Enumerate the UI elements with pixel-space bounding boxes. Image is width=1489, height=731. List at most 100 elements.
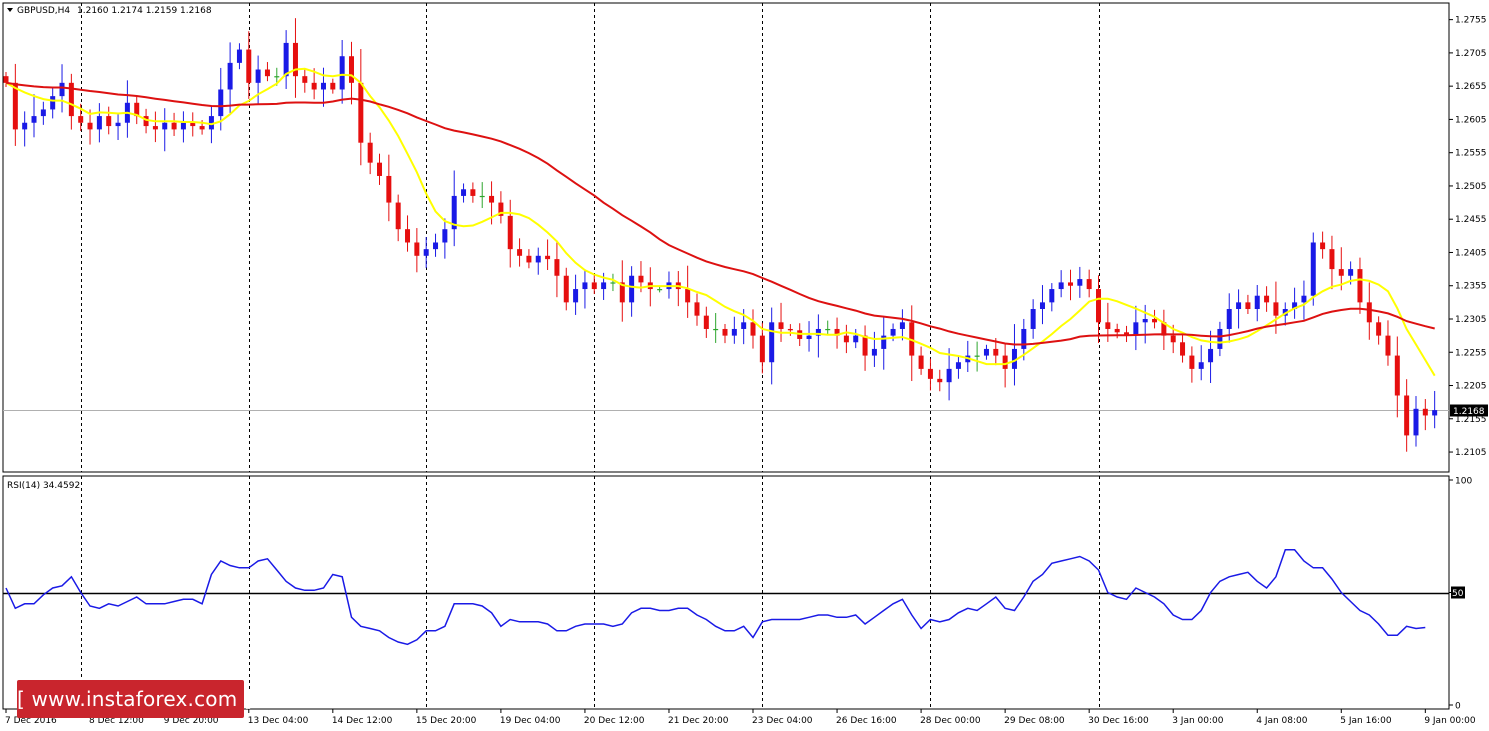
candle-body	[890, 328, 896, 336]
candle-body	[778, 322, 784, 329]
candle-body	[1320, 242, 1326, 250]
candle-body	[171, 122, 177, 130]
candle-body	[1329, 249, 1335, 270]
candle-body	[806, 335, 812, 339]
price-tick-label: 1.2505	[1455, 182, 1487, 192]
candle-body	[115, 122, 121, 127]
price-tick-label: 1.2655	[1455, 82, 1487, 92]
candle-body	[1376, 322, 1382, 336]
candle-body	[1404, 395, 1410, 436]
candle-body	[405, 229, 411, 243]
candle-body	[657, 289, 663, 291]
candle-body	[96, 116, 102, 130]
candle-body	[1226, 309, 1232, 329]
candle-body	[582, 282, 588, 290]
candle-body	[1394, 355, 1400, 396]
candle-body	[1348, 269, 1354, 276]
candle-body	[507, 215, 513, 250]
candle-body	[1189, 355, 1195, 369]
candle-body	[1273, 302, 1279, 316]
candle-body	[1357, 269, 1363, 303]
candle-body	[1254, 295, 1260, 310]
time-tick-label: 26 Dec 16:00	[836, 716, 897, 726]
candle-body	[722, 328, 728, 336]
candle-body	[1086, 279, 1092, 290]
price-tick-label: 1.2455	[1455, 215, 1487, 225]
price-axis: 1.2755 1.2705 1.2655 1.2605 1.2555 1.2505 1.24…	[1449, 16, 1488, 458]
rsi-panel	[2, 475, 1450, 710]
time-tick-label: 19 Dec 04:00	[500, 716, 561, 726]
candle-body	[1301, 295, 1307, 303]
candle-body	[1208, 348, 1214, 363]
mt4-chart[interactable]: 1.2755 1.2705 1.2655 1.2605 1.2555 1.2505 1.24…	[0, 0, 1489, 731]
candle-body	[218, 89, 224, 117]
price-tick-label: 1.2705	[1455, 49, 1487, 59]
symbol-label: GBPUSD,H4	[17, 6, 70, 16]
rsi-level-tag-label: 50	[1452, 589, 1464, 599]
candle-body	[1264, 295, 1270, 303]
candle-body	[610, 282, 616, 284]
candle-body	[1030, 309, 1036, 329]
candle-body	[638, 275, 644, 283]
rsi-tick-label: 0	[1455, 702, 1461, 712]
candle-body	[283, 42, 289, 77]
candle-body	[199, 126, 205, 130]
candle-body	[787, 328, 793, 331]
candle-body	[1049, 289, 1055, 303]
candle-body	[1096, 289, 1102, 323]
time-tick-label: 21 Dec 20:00	[668, 716, 729, 726]
candle-body	[377, 162, 383, 176]
candle-body	[339, 56, 345, 90]
time-tick-label: 9 Jan 00:00	[1424, 716, 1476, 726]
time-tick-label: 30 Dec 16:00	[1088, 716, 1149, 726]
time-tick-label: 14 Dec 12:00	[332, 716, 393, 726]
candle-body	[367, 142, 373, 163]
time-tick-label: 13 Dec 04:00	[248, 716, 309, 726]
candle-body	[1133, 322, 1139, 336]
candle-body	[162, 122, 168, 130]
candle-body	[59, 82, 65, 97]
candle-body	[1385, 335, 1391, 356]
candle-body	[470, 189, 476, 196]
candle-body	[974, 355, 980, 357]
candle-body	[1236, 302, 1242, 310]
rsi-tick-label: 100	[1455, 477, 1472, 487]
price-tick-label: 1.2255	[1455, 348, 1487, 358]
candle-body	[759, 335, 765, 363]
time-tick-label: 5 Jan 16:00	[1340, 716, 1392, 726]
candle-body	[853, 335, 859, 343]
candle-body	[1366, 302, 1372, 323]
candle-body	[358, 82, 364, 143]
candle-body	[1067, 282, 1073, 286]
candle-body	[22, 122, 28, 130]
candle-body	[1198, 362, 1204, 369]
candle-body	[433, 242, 439, 250]
candle-body	[750, 322, 756, 336]
candle-body	[1152, 318, 1158, 323]
candle-body	[937, 378, 943, 383]
candle-body	[255, 69, 261, 83]
candle-body	[825, 328, 831, 331]
candle-body	[769, 322, 775, 363]
candle-body	[871, 348, 877, 356]
candle-body	[685, 289, 691, 303]
candle-body	[461, 189, 467, 196]
candle-body	[563, 275, 569, 303]
ohlc-label: 1.2160 1.2174 1.2159 1.2168	[77, 6, 212, 16]
candle-body	[320, 82, 326, 90]
candle-body	[1077, 279, 1083, 286]
candle-body	[694, 302, 700, 316]
candle-body	[545, 255, 551, 260]
candle-body	[993, 348, 999, 356]
time-tick-label: 23 Dec 04:00	[752, 716, 813, 726]
candle-body	[1142, 318, 1148, 323]
candle-body	[843, 335, 849, 343]
candle-body	[899, 322, 905, 329]
candle-body	[1422, 408, 1428, 416]
time-tick-label: 29 Dec 08:00	[1004, 716, 1065, 726]
price-panel	[2, 2, 1450, 473]
candle-body	[601, 282, 607, 290]
candle-body	[442, 229, 448, 243]
candle-body	[983, 348, 989, 356]
price-tick-label: 1.2605	[1455, 115, 1487, 125]
